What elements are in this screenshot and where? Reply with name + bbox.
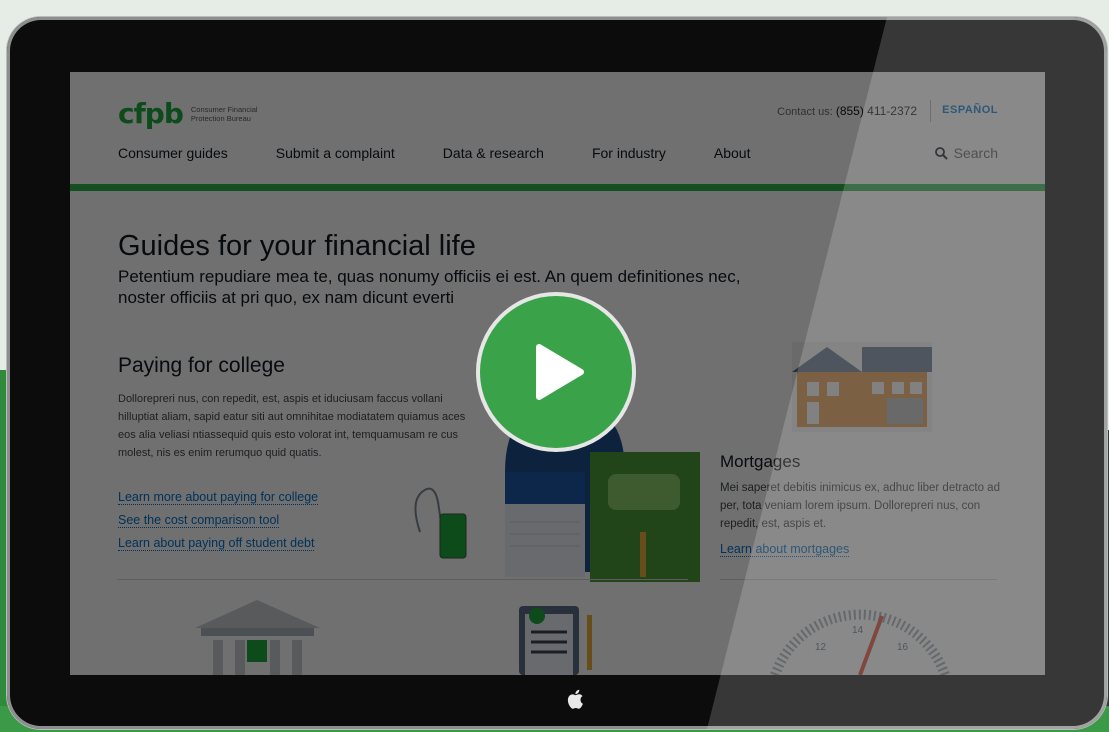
credit-gauge-illustration: 12 14 16	[770, 609, 950, 675]
apple-logo-icon	[567, 689, 583, 709]
section-divider	[118, 579, 688, 580]
college-title: Paying for college	[118, 354, 285, 377]
play-icon	[536, 344, 584, 400]
section-divider	[720, 579, 997, 580]
logo-mark: cfpb	[118, 97, 184, 130]
nav-item-submit-complaint[interactable]: Submit a complaint	[276, 145, 395, 161]
mortgages-body: Mei saperet debitis inimicus ex, adhuc l…	[720, 482, 1000, 530]
clipboard-illustration	[519, 606, 592, 675]
nav-item-for-industry[interactable]: For industry	[592, 145, 666, 161]
link-student-debt[interactable]: Learn about paying off student debt	[118, 536, 315, 551]
search-icon	[934, 146, 948, 160]
link-mortgages[interactable]: Learn about mortgages	[720, 542, 850, 557]
search-button[interactable]: Search	[934, 145, 998, 161]
gauge-tick-label: 14	[852, 625, 864, 636]
search-label: Search	[953, 145, 998, 161]
language-link[interactable]: ESPAÑOL	[942, 104, 998, 116]
gauge-tick-label: 12	[815, 642, 827, 653]
main-nav: Consumer guides Submit a complaint Data …	[118, 145, 798, 161]
cfpb-logo[interactable]: cfpb Consumer Financial Protection Burea…	[118, 100, 281, 128]
mortgages-title: Mortgages	[720, 452, 801, 471]
page-title: Guides for your financial life	[118, 230, 476, 262]
contact-phone[interactable]: (855) 411-2372	[836, 104, 917, 118]
nav-item-consumer-guides[interactable]: Consumer guides	[118, 145, 228, 161]
link-cost-comparison[interactable]: See the cost comparison tool	[118, 513, 280, 528]
page-intro: Petentium repudiare mea te, quas nonumy …	[118, 267, 741, 307]
contact-label: Contact us:	[777, 106, 833, 118]
header-accent-bar	[70, 184, 1045, 191]
logo-text: Consumer Financial Protection Bureau	[190, 105, 258, 123]
link-paying-for-college[interactable]: Learn more about paying for college	[118, 490, 319, 505]
college-links: Learn more about paying for college See …	[118, 490, 319, 559]
bank-building-illustration	[195, 600, 320, 675]
nav-item-data-research[interactable]: Data & research	[443, 145, 544, 161]
nav-item-about[interactable]: About	[714, 145, 751, 161]
contact-info: Contact us: (855) 411-2372	[777, 104, 917, 118]
header-divider	[930, 100, 931, 122]
play-button[interactable]	[476, 292, 636, 452]
gauge-tick-label: 16	[897, 642, 909, 653]
house-illustration	[792, 342, 932, 432]
